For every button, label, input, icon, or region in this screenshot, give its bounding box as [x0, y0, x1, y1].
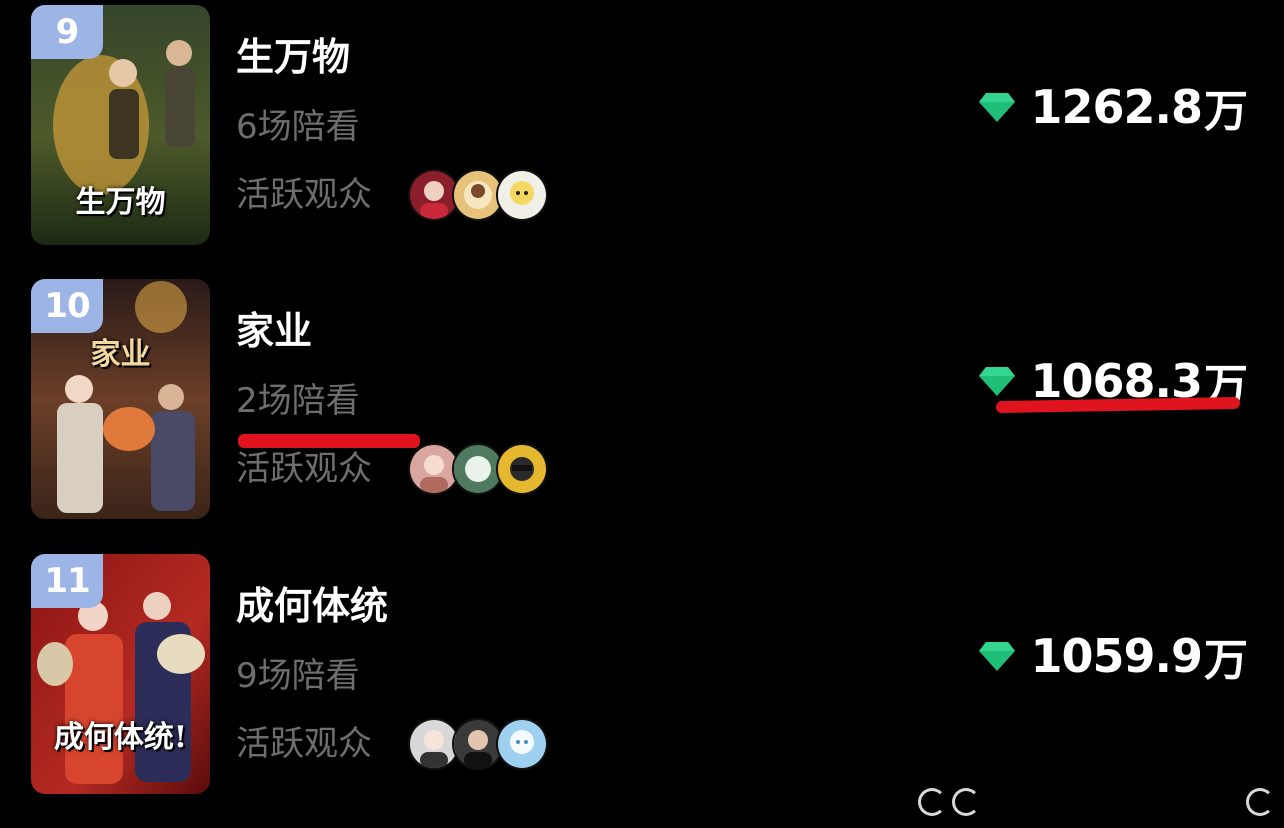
ranking-row[interactable]: 9 生万物 生万物 6场陪看 活跃观众 1262.8 万: [0, 5, 1284, 245]
score-value: 1262.8: [1030, 80, 1203, 134]
audience-avatars[interactable]: [408, 169, 548, 221]
drama-title[interactable]: 成何体统: [236, 582, 388, 630]
diamond-icon: [979, 93, 1016, 122]
active-audience-label: 活跃观众: [236, 724, 372, 764]
companion-count: 6场陪看: [236, 107, 360, 147]
poster-title-text: 家业: [90, 337, 151, 372]
watermark-icon: [1246, 788, 1274, 816]
active-audience-label: 活跃观众: [236, 449, 372, 489]
rank-badge: 9: [31, 5, 103, 59]
drama-poster[interactable]: 10 家业: [31, 279, 210, 519]
watermark-icons: [1246, 788, 1274, 818]
diamond-icon: [979, 367, 1016, 396]
audience-avatars[interactable]: [408, 443, 548, 495]
popularity-score: 1262.8 万: [978, 77, 1248, 137]
ranking-row[interactable]: 10 家业 家业 2场陪看 活跃观众 1068.3 万: [0, 279, 1284, 519]
popularity-score: 1059.9 万: [978, 626, 1248, 686]
rank-badge: 11: [31, 554, 103, 608]
highlight-underline: [238, 434, 420, 448]
watermark-icon: [952, 788, 980, 816]
companion-count: 9场陪看: [236, 656, 360, 696]
poster-title-text: 生万物: [75, 185, 166, 220]
user-avatar-icon[interactable]: [496, 443, 548, 495]
poster-title-text: 成何体统!: [53, 720, 188, 755]
watermark-icons: [918, 788, 980, 818]
active-audience-label: 活跃观众: [236, 175, 372, 215]
drama-title[interactable]: 生万物: [236, 33, 350, 81]
ranking-row[interactable]: 11 成何体统! 成何体统 9场陪看 活跃观众 1059.9 万: [0, 554, 1284, 794]
user-avatar-icon[interactable]: [496, 169, 548, 221]
score-unit: 万: [1204, 635, 1248, 686]
drama-poster[interactable]: 9 生万物: [31, 5, 210, 245]
diamond-icon: [979, 642, 1016, 671]
companion-count: 2场陪看: [236, 381, 360, 421]
drama-poster[interactable]: 11 成何体统!: [31, 554, 210, 794]
user-avatar-icon[interactable]: [496, 718, 548, 770]
score-unit: 万: [1204, 86, 1248, 137]
watermark-icon: [918, 788, 946, 816]
drama-ranking-list: 9 生万物 生万物 6场陪看 活跃观众 1262.8 万 10 家业 家业 2场…: [0, 0, 1284, 828]
audience-avatars[interactable]: [408, 718, 548, 770]
rank-badge: 10: [31, 279, 103, 333]
drama-title[interactable]: 家业: [236, 307, 312, 355]
score-value: 1059.9: [1030, 629, 1203, 683]
